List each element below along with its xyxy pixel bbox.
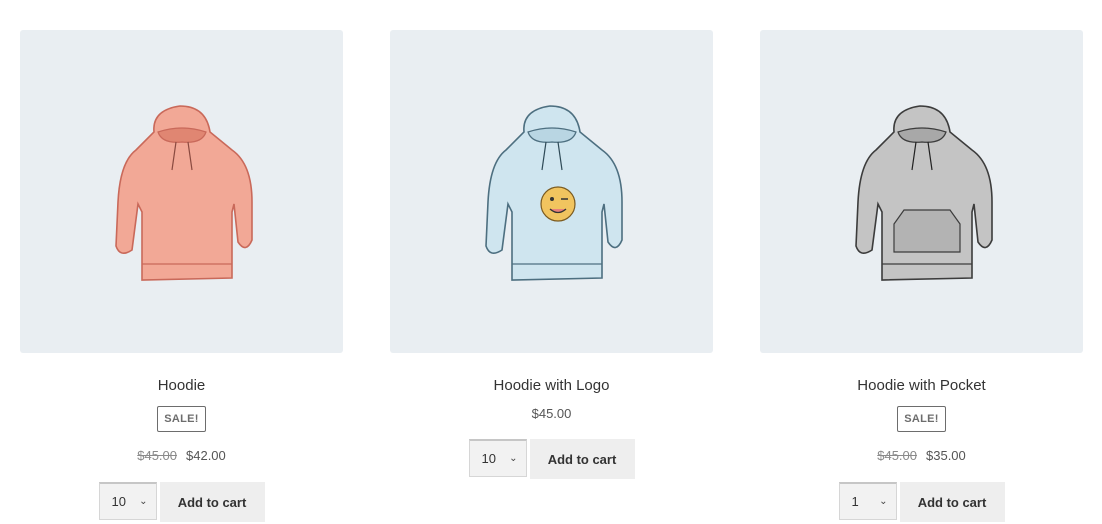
chevron-down-icon: ⌄ xyxy=(879,496,888,507)
sale-badge: SALE! xyxy=(897,406,946,432)
sale-badge: SALE! xyxy=(157,406,206,432)
product-image[interactable] xyxy=(760,30,1083,353)
add-to-cart-button[interactable]: Add to cart xyxy=(159,482,265,522)
product-card-hoodie: Hoodie SALE! $45.00 $42.00 10 ⌄ Add to ca… xyxy=(20,30,343,522)
hoodie-with-pocket-image xyxy=(854,104,993,281)
chevron-down-icon: ⌄ xyxy=(139,496,148,507)
add-to-cart-button[interactable]: Add to cart xyxy=(529,439,635,479)
product-title[interactable]: Hoodie xyxy=(20,377,343,395)
quantity-select[interactable]: 10 ⌄ xyxy=(468,439,527,477)
product-image[interactable] xyxy=(20,30,343,353)
product-card-hoodie-with-pocket: Hoodie with Pocket SALE! $45.00 $35.00 1 … xyxy=(760,30,1083,522)
quantity-value: 10 xyxy=(111,494,126,509)
add-to-cart-button[interactable]: Add to cart xyxy=(899,482,1005,522)
product-image[interactable] xyxy=(390,30,713,353)
quantity-value: 10 xyxy=(481,451,496,466)
hoodie-with-logo-image xyxy=(484,104,623,281)
quantity-value: 1 xyxy=(851,494,859,509)
sale-price: $42.00 xyxy=(186,448,226,463)
old-price: $45.00 xyxy=(137,448,177,463)
emoji-logo-icon xyxy=(539,185,576,222)
old-price: $45.00 xyxy=(877,448,917,463)
price: $45.00 $35.00 xyxy=(760,448,1083,463)
chevron-down-icon: ⌄ xyxy=(509,453,518,464)
product-title[interactable]: Hoodie with Pocket xyxy=(760,377,1083,395)
product-title[interactable]: Hoodie with Logo xyxy=(390,377,713,395)
price: $45.00 $42.00 xyxy=(20,448,343,463)
pocket-shape xyxy=(892,208,961,253)
product-card-hoodie-with-logo: Hoodie with Logo $45.00 10 ⌄ Add to cart xyxy=(390,30,713,479)
sale-price: $35.00 xyxy=(926,448,966,463)
quantity-select[interactable]: 10 ⌄ xyxy=(98,482,157,520)
quantity-select[interactable]: 1 ⌄ xyxy=(838,482,897,520)
regular-price: $45.00 xyxy=(531,406,572,421)
hoodie-image xyxy=(114,104,253,281)
price: $45.00 xyxy=(390,406,713,421)
